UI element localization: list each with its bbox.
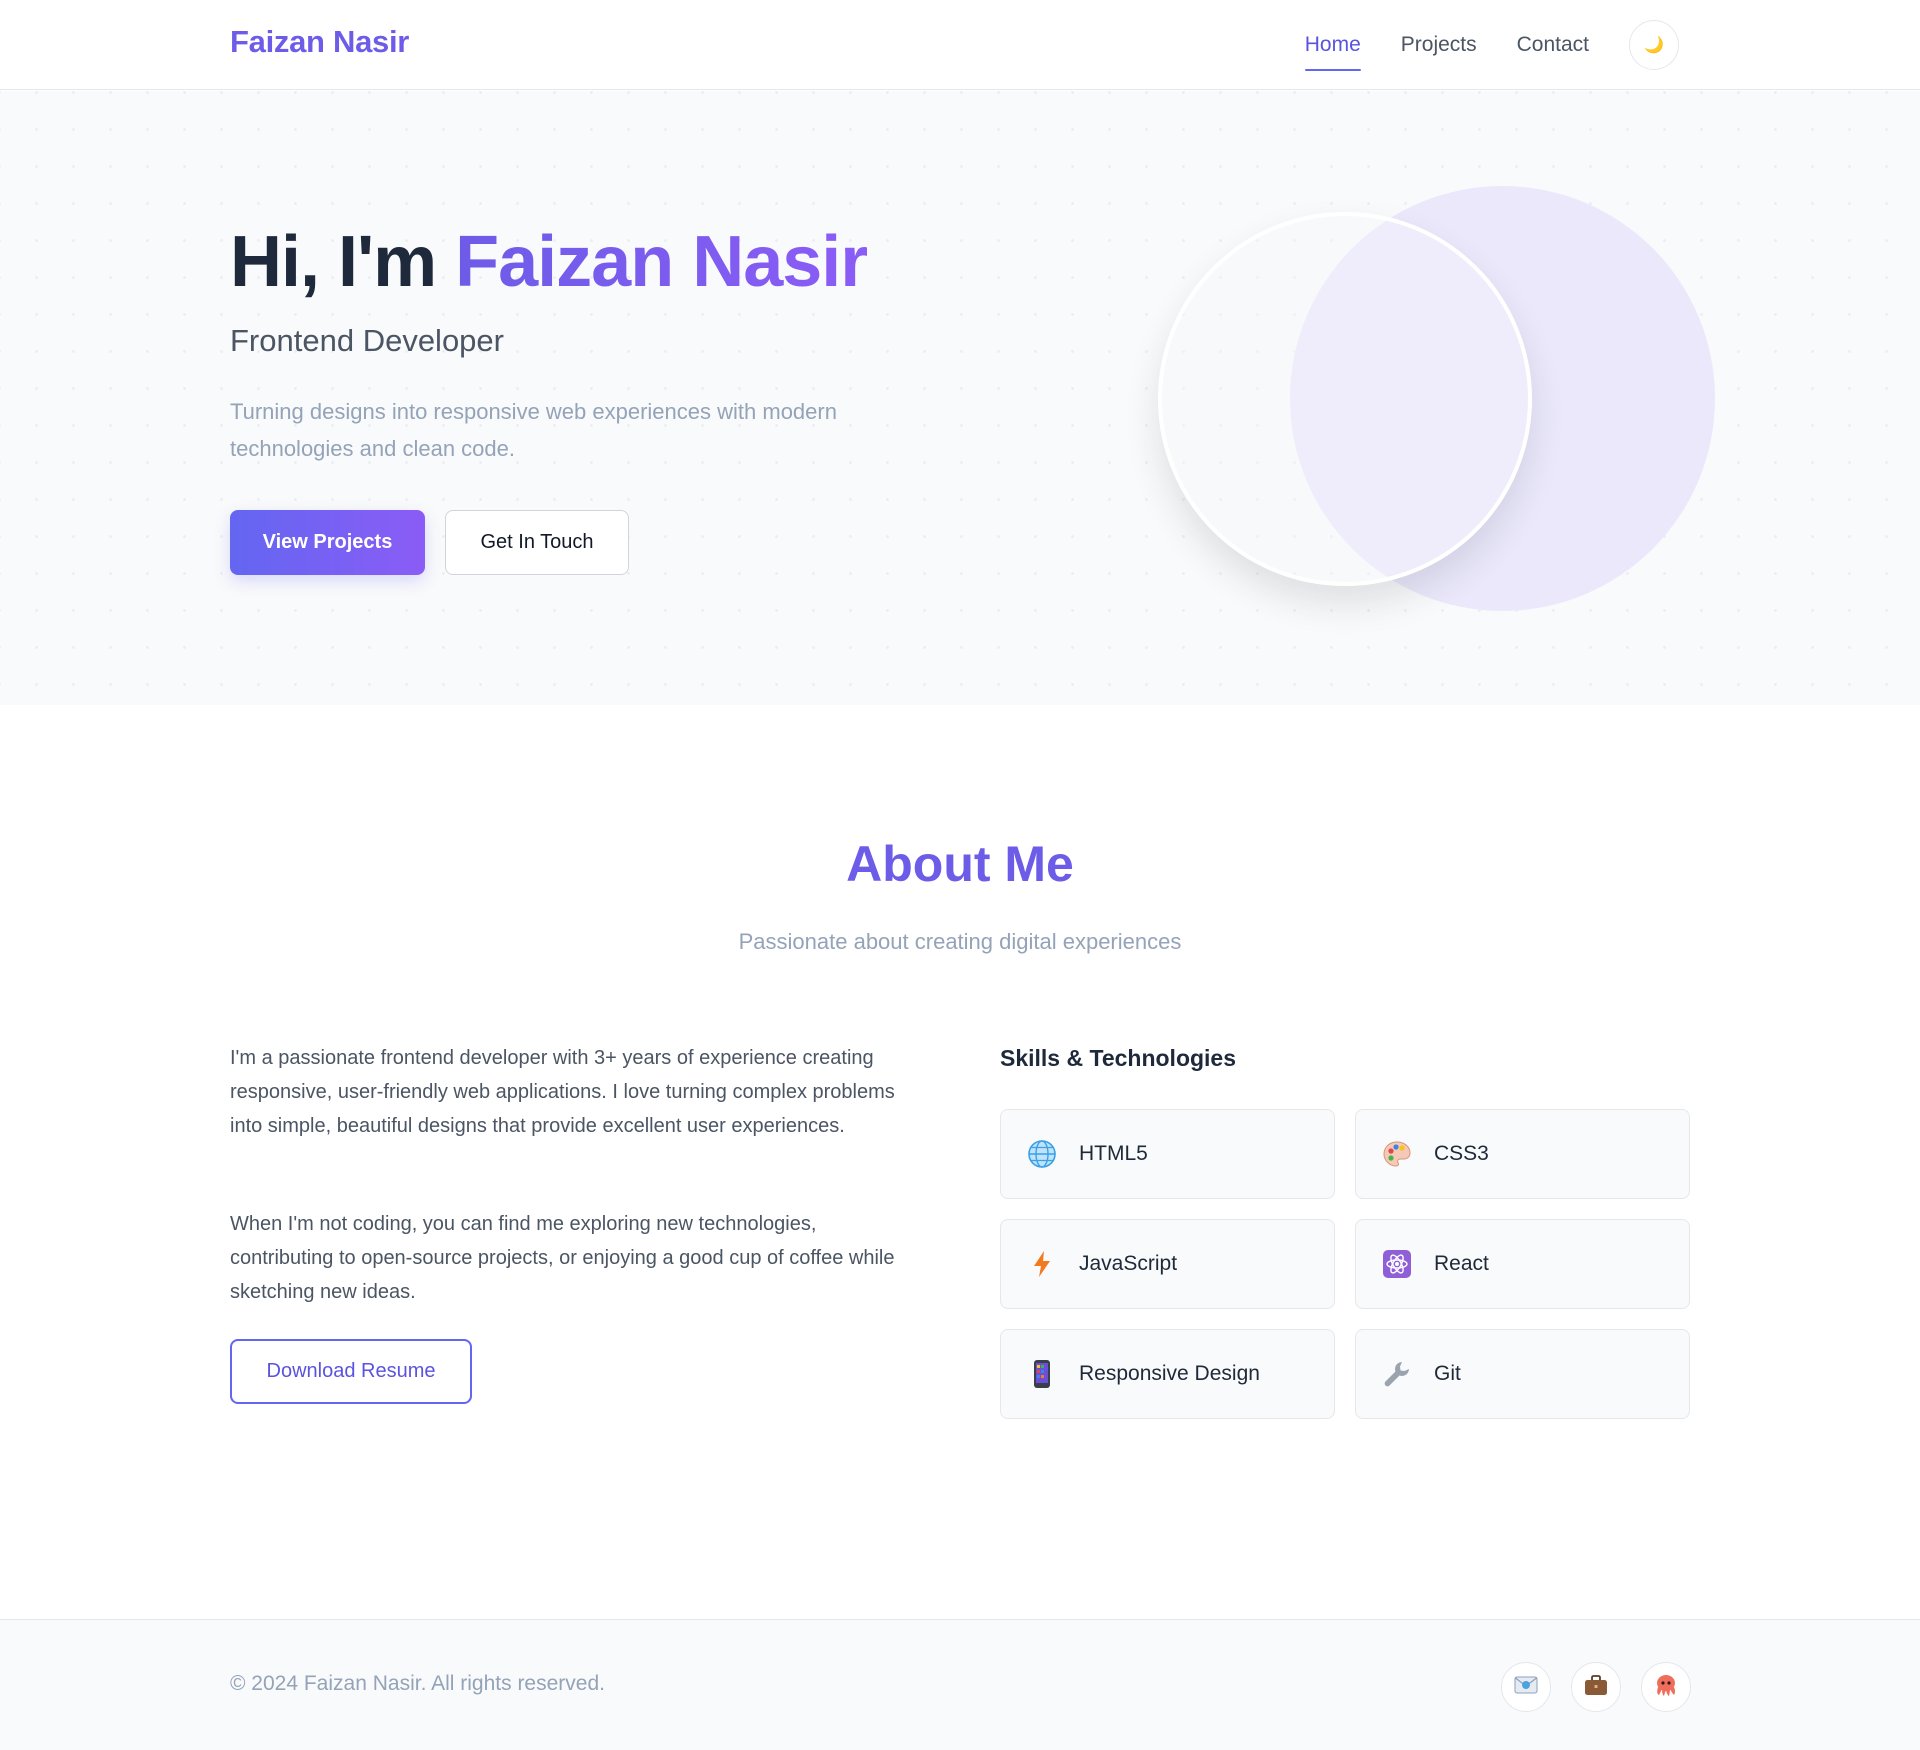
hero-description: Turning designs into responsive web expe…: [230, 399, 837, 461]
skill-label: React: [1434, 1252, 1489, 1275]
hero-title: Hi, I'm Faizan Nasir: [230, 221, 868, 303]
skill-label: Responsive Design: [1079, 1362, 1260, 1385]
nav-link-projects[interactable]: Projects: [1401, 25, 1477, 65]
mobile-phone-icon: [1027, 1359, 1057, 1389]
download-resume-button[interactable]: Download Resume: [230, 1339, 472, 1404]
view-projects-button[interactable]: View Projects: [230, 510, 425, 575]
hero-decor-circle-front: [1158, 212, 1532, 586]
footer: © 2024 Faizan Nasir. All rights reserved…: [0, 1619, 1920, 1750]
palette-icon: [1382, 1139, 1412, 1169]
skill-card-javascript: JavaScript: [1000, 1219, 1335, 1309]
skill-card-css3: CSS3: [1355, 1109, 1690, 1199]
skills-grid: HTML5 CSS3 JavaScript React Responsive D…: [1000, 1109, 1690, 1419]
skill-card-responsive-design: Responsive Design: [1000, 1329, 1335, 1419]
moon-icon: 🌙: [1644, 37, 1664, 54]
about-paragraph-1: I'm a passionate frontend developer with…: [230, 1047, 895, 1137]
hero-greeting: Hi, I'm: [230, 222, 456, 302]
nav-link-contact[interactable]: Contact: [1517, 25, 1589, 65]
nav-link-home[interactable]: Home: [1304, 25, 1361, 71]
skills-title: Skills & Technologies: [1000, 1045, 1237, 1071]
site-logo[interactable]: Faizan Nasir: [230, 24, 409, 60]
nav-links: Home Projects Contact 🌙: [1304, 20, 1679, 71]
skill-label: HTML5: [1079, 1142, 1148, 1165]
skill-label: JavaScript: [1079, 1252, 1178, 1275]
hero-subtitle: Frontend Developer: [230, 323, 504, 358]
wrench-icon: [1382, 1359, 1412, 1389]
github-octocat-icon: [1653, 1672, 1679, 1703]
globe-icon: [1027, 1139, 1057, 1169]
top-navbar: Faizan Nasir Home Projects Contact 🌙: [0, 0, 1920, 90]
theme-toggle-button[interactable]: 🌙: [1629, 20, 1679, 70]
email-icon: [1513, 1672, 1539, 1703]
about-subtitle: Passionate about creating digital experi…: [738, 929, 1182, 954]
skill-label: Git: [1434, 1362, 1461, 1385]
social-links: [1481, 1662, 1691, 1712]
briefcase-icon: [1583, 1672, 1609, 1703]
atom-icon: [1382, 1249, 1412, 1279]
skill-card-react: React: [1355, 1219, 1690, 1309]
linkedin-link[interactable]: [1571, 1662, 1621, 1712]
skill-card-git: Git: [1355, 1329, 1690, 1419]
about-title: About Me: [846, 836, 1074, 892]
footer-copyright: © 2024 Faizan Nasir. All rights reserved…: [230, 1672, 605, 1695]
get-in-touch-button[interactable]: Get In Touch: [445, 510, 629, 575]
hero-name: Faizan Nasir: [455, 222, 868, 302]
hero-section: Hi, I'm Faizan Nasir Frontend Developer …: [0, 91, 1920, 705]
github-link[interactable]: [1641, 1662, 1691, 1712]
skill-label: CSS3: [1434, 1142, 1489, 1165]
lightning-icon: [1027, 1249, 1057, 1279]
email-link[interactable]: [1501, 1662, 1551, 1712]
skill-card-html5: HTML5: [1000, 1109, 1335, 1199]
about-paragraph-2: When I'm not coding, you can find me exp…: [230, 1213, 895, 1303]
